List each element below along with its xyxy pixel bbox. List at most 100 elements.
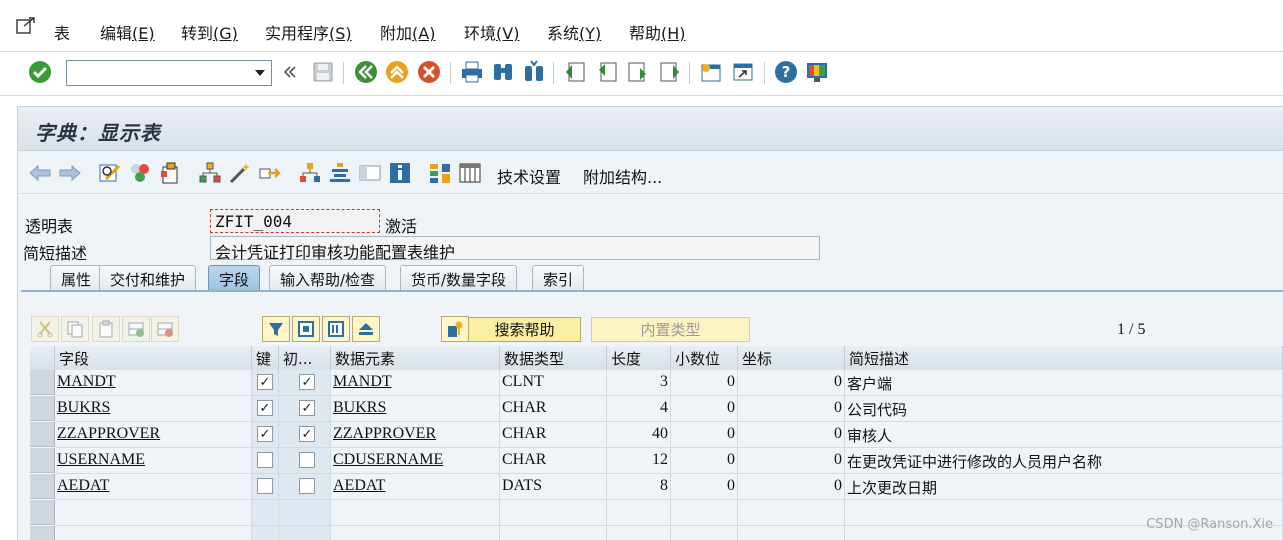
arrow-right-icon[interactable] [58,161,82,185]
tech-settings-button[interactable]: 技术设置 [497,164,561,188]
column-header[interactable]: 键 [252,346,279,370]
row-selector[interactable] [30,526,55,540]
select-all-icon[interactable] [322,316,350,342]
shortcut-icon[interactable] [730,59,756,85]
column-header[interactable]: 长度 [607,346,671,370]
table-columns-icon[interactable] [458,161,482,185]
row-selector[interactable] [30,422,55,447]
key-checkbox[interactable]: ✓ [257,400,273,416]
initial-checkbox[interactable]: ✓ [299,426,315,442]
menu-environment[interactable]: 环境(V) [464,20,519,44]
search-help-button[interactable]: 搜索帮助 [468,317,581,342]
tab-indexes[interactable]: 索引 [532,265,585,291]
tab-delivery-maintenance[interactable]: 交付和维护 [99,265,197,291]
exit-icon[interactable] [384,59,410,85]
graphic-icon[interactable] [428,161,452,185]
field-name-cell[interactable]: ZZAPPROVER [55,422,252,448]
cut-icon[interactable] [31,316,59,342]
short-desc-field[interactable]: 会计凭证打印审核功能配置表维护 [210,236,820,262]
row-selector[interactable] [30,500,55,525]
other-object-icon[interactable] [158,161,182,185]
deselect-all-icon[interactable] [352,316,380,342]
menu-utilities[interactable]: 实用程序(S) [265,20,352,44]
data-element-cell[interactable]: MANDT [331,370,500,396]
menu-help[interactable]: 帮助(H) [629,20,686,44]
column-header[interactable]: 简短描述 [845,346,1283,370]
column-header[interactable]: 小数位 [671,346,738,370]
field-name-cell[interactable] [55,526,252,540]
data-element-cell[interactable]: ZZAPPROVER [331,422,500,448]
field-name-cell[interactable]: AEDAT [55,474,252,500]
command-field[interactable] [66,60,272,86]
key-checkbox[interactable]: ✓ [257,374,273,390]
key-checkbox[interactable]: ✓ [257,426,273,442]
paste-icon[interactable] [92,316,120,342]
tab-currency-quantity[interactable]: 货币/数量字段 [400,265,518,291]
tab-input-help-check[interactable]: 输入帮助/检查 [269,265,387,291]
row-selector[interactable] [30,396,55,421]
menu-exit-icon[interactable] [16,17,36,35]
data-element-cell[interactable] [331,526,500,540]
row-selector[interactable] [30,370,55,395]
info-icon[interactable] [388,161,412,185]
layout-icon[interactable] [358,161,382,185]
field-name-cell[interactable]: MANDT [55,370,252,396]
filter-icon[interactable] [262,316,290,342]
select-all-cell[interactable] [30,346,55,370]
table-name-field[interactable]: ZFIT_004 [210,209,380,233]
back-icon[interactable] [353,59,379,85]
row-selector[interactable] [30,474,55,499]
field-name-cell[interactable]: USERNAME [55,448,252,474]
active-inactive-icon[interactable] [128,161,152,185]
menu-system[interactable]: 系统(Y) [547,20,601,44]
back-double-arrow-icon[interactable] [279,59,301,85]
append-structure-button[interactable]: 附加结构... [583,164,662,188]
column-header[interactable]: 数据元素 [331,346,500,370]
menu-goto[interactable]: 转到(G) [181,20,238,44]
column-header[interactable]: 数据类型 [500,346,607,370]
select-block-icon[interactable] [292,316,320,342]
hierarchy-icon[interactable] [298,161,322,185]
find-icon[interactable] [490,59,516,85]
key-checkbox[interactable] [257,478,273,494]
last-page-icon[interactable] [657,59,683,85]
field-name-cell[interactable] [55,500,252,526]
field-name-cell[interactable]: BUKRS [55,396,252,422]
tab-fields[interactable]: 字段 [208,265,261,291]
customize-layout-icon[interactable] [804,59,830,85]
column-header[interactable]: 字段 [55,346,252,370]
chevron-down-icon[interactable] [249,61,271,85]
delete-row-icon[interactable] [151,316,179,342]
initial-checkbox[interactable]: ✓ [299,374,315,390]
initial-checkbox[interactable]: ✓ [299,400,315,416]
menu-table[interactable]: 表 [54,20,70,44]
menu-edit[interactable]: 编辑(E) [100,20,155,44]
magic-wand-icon[interactable] [228,161,252,185]
cancel-icon[interactable] [416,59,442,85]
enter-icon[interactable] [27,59,53,85]
arrow-left-icon[interactable] [28,161,52,185]
row-selector[interactable] [30,448,55,473]
navigation-icon[interactable] [258,161,282,185]
new-session-icon[interactable] [698,59,724,85]
help-icon[interactable]: ? [773,59,799,85]
column-header[interactable]: 初... [279,346,331,370]
first-page-icon[interactable] [562,59,588,85]
initial-checkbox[interactable] [299,452,315,468]
initial-checkbox[interactable] [299,478,315,494]
find-next-icon[interactable] [521,59,547,85]
menu-extras[interactable]: 附加(A) [380,20,435,44]
prev-page-icon[interactable] [594,59,620,85]
data-element-cell[interactable]: CDUSERNAME [331,448,500,474]
save-icon[interactable] [310,59,336,85]
data-element-cell[interactable]: AEDAT [331,474,500,500]
copy-icon[interactable] [61,316,89,342]
tab-attributes[interactable]: 属性 [50,265,103,291]
key-checkbox[interactable] [257,452,273,468]
key-lookup-icon[interactable] [441,316,469,342]
insert-row-icon[interactable] [122,316,150,342]
data-element-cell[interactable]: BUKRS [331,396,500,422]
data-element-cell[interactable] [331,500,500,526]
display-change-icon[interactable] [98,161,122,185]
where-used-icon[interactable] [198,161,222,185]
